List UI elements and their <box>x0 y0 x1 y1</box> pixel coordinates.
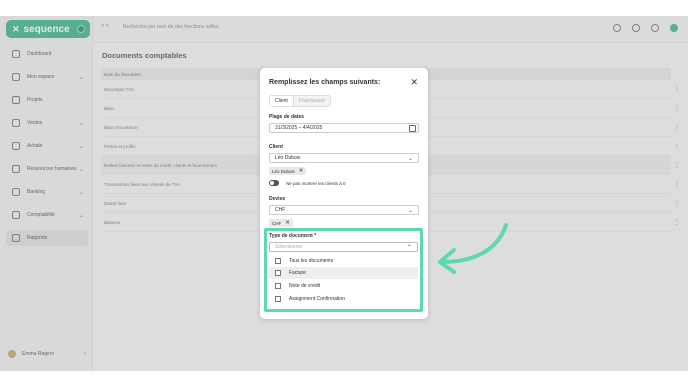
client-chip: Léo Dubois ✕ <box>269 167 307 175</box>
date-range-field[interactable]: 31/3/2025 – 4/4/2025 <box>269 123 419 133</box>
date-range-label: Plage de dates <box>269 114 305 120</box>
tab-fournisseur[interactable]: Fournisseur <box>294 96 330 106</box>
currency-chip: CHF ✕ <box>269 219 293 227</box>
chevron-down-icon: ⌄ <box>407 155 413 162</box>
currency-select[interactable]: CHF ⌄ <box>269 205 419 215</box>
remove-chip-icon[interactable]: ✕ <box>299 168 304 174</box>
hide-zero-clients-row: Ne pas montrer les clients à 0 <box>269 180 346 186</box>
close-icon[interactable]: ✕ <box>410 77 418 88</box>
remove-chip-icon[interactable]: ✕ <box>285 220 290 226</box>
currency-label: Devise <box>269 196 286 202</box>
dialog-title: Remplissez les champs suivants: <box>269 79 381 86</box>
date-range-value: 31/3/2025 – 4/4/2025 <box>275 125 323 131</box>
client-value: Léo Dubois <box>275 155 301 161</box>
client-select[interactable]: Léo Dubois ⌄ <box>269 153 419 163</box>
highlight-box <box>264 228 423 312</box>
client-label: Client <box>269 144 283 150</box>
party-tabs: Client Fournisseur <box>269 95 332 107</box>
tab-client[interactable]: Client <box>270 96 294 106</box>
toggle-label: Ne pas montrer les clients à 0 <box>286 180 346 186</box>
hide-zero-clients-toggle[interactable] <box>269 180 279 186</box>
pointer-arrow-icon <box>438 223 508 274</box>
client-chip-label: Léo Dubois <box>272 168 295 174</box>
currency-chip-label: CHF <box>272 220 282 226</box>
calendar-icon[interactable] <box>409 125 416 132</box>
currency-value: CHF <box>275 207 286 213</box>
chevron-down-icon: ⌄ <box>407 207 413 214</box>
